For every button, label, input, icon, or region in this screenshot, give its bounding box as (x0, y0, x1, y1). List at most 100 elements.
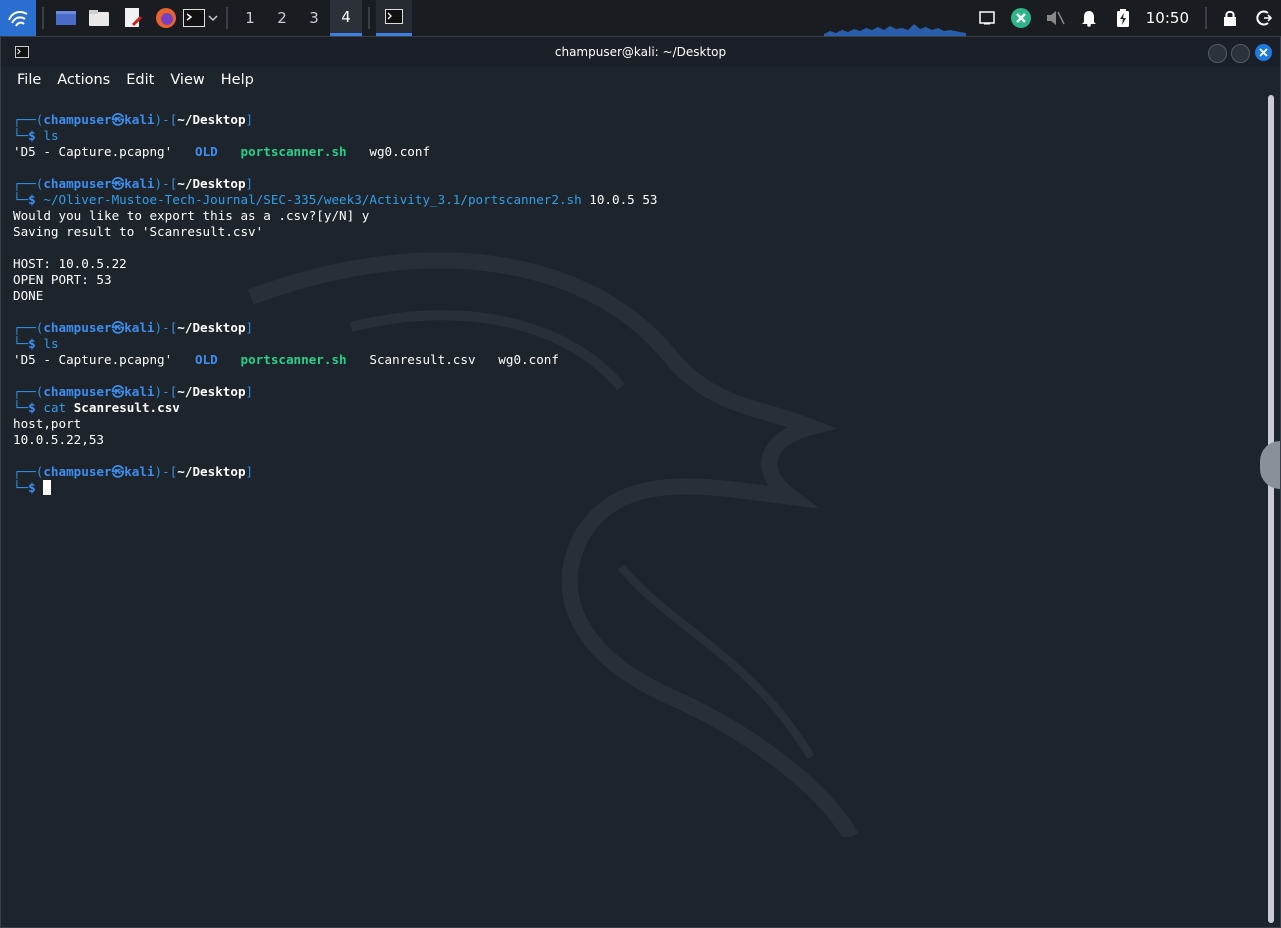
prompt-decoration: ┌──( (13, 112, 44, 127)
prompt-header: ┌──(champuser㉿kali)-[~/Desktop] (13, 384, 1253, 400)
logout-icon[interactable] (1247, 0, 1281, 36)
output-text: Saving result to 'Scanresult.csv' (13, 224, 264, 239)
ls-file-entry: Scanresult.csv (369, 352, 476, 367)
output-line: 10.0.5.22,53 (13, 432, 1253, 448)
window-title: champuser@kali: ~/Desktop (554, 45, 727, 59)
file-manager-icon[interactable] (82, 0, 116, 36)
prompt-cwd: ~/Desktop (177, 384, 246, 399)
output-text: 10.0.5.22,53 (13, 432, 104, 447)
menu-bar: File Actions Edit View Help (1, 67, 1280, 93)
panel-separator (368, 7, 370, 29)
prompt-separator: ㉿ (111, 176, 125, 191)
prompt-decoration: ┌──( (13, 176, 44, 191)
battery-charging-icon[interactable] (1106, 0, 1140, 36)
output-line: DONE (13, 288, 1253, 304)
ls-output-line: 'D5 - Capture.pcapng' OLD portscanner.sh… (13, 144, 1253, 160)
chevron-down-icon[interactable] (206, 0, 220, 36)
prompt-symbol: $ (28, 336, 36, 351)
prompt-host: kali (124, 464, 155, 479)
close-button[interactable] (1255, 44, 1272, 61)
output-line: Saving result to 'Scanresult.csv' (13, 224, 1253, 240)
ls-file-entry: wg0.conf (369, 144, 431, 159)
ls-file-entry: OLD (194, 352, 218, 367)
prompt-symbol: $ (28, 400, 36, 415)
vpn-status-icon[interactable] (1004, 0, 1038, 36)
scrollbar-thumb[interactable] (1268, 95, 1274, 923)
ls-gap (347, 144, 370, 159)
output-text: host,port (13, 416, 82, 431)
prompt-decoration: └─ (13, 480, 29, 495)
command-arg: Scanresult.csv (73, 400, 180, 415)
menu-edit[interactable]: Edit (118, 72, 162, 88)
ls-file-entry: 'D5 - Capture.pcapng' (13, 352, 173, 367)
workspace-3[interactable]: 3 (298, 0, 330, 36)
prompt-symbol: $ (28, 192, 36, 207)
scrollbar[interactable] (1268, 95, 1274, 923)
output-line: OPEN PORT: 53 (13, 272, 1253, 288)
ls-gap (347, 352, 370, 367)
prompt-decoration: └─ (13, 400, 29, 415)
prompt-cwd: ~/Desktop (177, 112, 246, 127)
workspace-2[interactable]: 2 (266, 0, 298, 36)
prompt-decoration: )-[ (154, 112, 178, 127)
output-text: DONE (13, 288, 44, 303)
maximize-button[interactable] (1231, 44, 1250, 63)
text-editor-icon[interactable] (116, 0, 150, 36)
ls-gap (172, 144, 195, 159)
top-panel: 1 2 3 4 10:50 (0, 0, 1281, 36)
command-text: cat (43, 400, 67, 415)
workspace-4[interactable]: 4 (330, 0, 362, 36)
lock-icon[interactable] (1213, 0, 1247, 36)
prompt-decoration: ┌──( (13, 384, 44, 399)
prompt-separator: ㉿ (111, 320, 125, 335)
menu-file[interactable]: File (9, 72, 49, 88)
prompt-separator: ㉿ (111, 112, 125, 127)
clock[interactable]: 10:50 (1140, 9, 1199, 27)
menu-actions[interactable]: Actions (49, 72, 118, 88)
notification-bell-icon[interactable] (1072, 0, 1106, 36)
terminal-window: champuser@kali: ~/Desktop File Actions E… (0, 36, 1281, 928)
menu-help[interactable]: Help (213, 72, 262, 88)
prompt-decoration: ] (245, 464, 254, 479)
prompt-symbol: $ (28, 480, 36, 495)
firefox-icon[interactable] (150, 0, 182, 36)
volume-muted-icon[interactable] (1038, 0, 1072, 36)
workspace-1[interactable]: 1 (234, 0, 266, 36)
terminal-launcher-icon[interactable] (182, 0, 206, 36)
prompt-user: champuser (43, 176, 112, 191)
command-text: ~/Oliver-Mustoe-Tech-Journal/SEC-335/wee… (43, 192, 582, 207)
prompt-decoration: ] (245, 320, 254, 335)
prompt-decoration: ┌──( (13, 464, 44, 479)
prompt-command-line: └─$ cat Scanresult.csv (13, 400, 1253, 416)
prompt-decoration: ] (245, 112, 254, 127)
show-desktop-icon[interactable] (50, 0, 82, 36)
panel-separator (226, 7, 228, 29)
side-panel-handle[interactable] (1260, 441, 1280, 489)
window-titlebar[interactable]: champuser@kali: ~/Desktop (1, 37, 1280, 67)
prompt-symbol: $ (28, 128, 36, 143)
taskbar-terminal-window[interactable] (376, 0, 412, 36)
prompt-decoration: └─ (13, 336, 29, 351)
prompt-decoration: )-[ (154, 464, 178, 479)
prompt-user: champuser (43, 320, 112, 335)
prompt-decoration: ] (245, 384, 254, 399)
prompt-command-line: └─$ ~/Oliver-Mustoe-Tech-Journal/SEC-335… (13, 192, 1253, 208)
ls-output-line: 'D5 - Capture.pcapng' OLD portscanner.sh… (13, 352, 1253, 368)
kali-menu-icon[interactable] (0, 0, 36, 36)
menu-view[interactable]: View (162, 72, 212, 88)
output-line: Would you like to export this as a .csv?… (13, 208, 1253, 224)
ls-gap (476, 352, 499, 367)
prompt-host: kali (124, 176, 155, 191)
terminal-output[interactable]: ┌──(champuser㉿kali)-[~/Desktop] └─$ ls 'D5… (13, 112, 1253, 496)
minimize-button[interactable] (1208, 44, 1227, 63)
prompt-decoration: )-[ (154, 384, 178, 399)
prompt-user: champuser (43, 464, 112, 479)
screenshot-icon[interactable] (970, 0, 1004, 36)
prompt-header: ┌──(champuser㉿kali)-[~/Desktop] (13, 464, 1253, 480)
ls-gap (218, 144, 241, 159)
command-text: ls (43, 336, 59, 351)
prompt-header: ┌──(champuser㉿kali)-[~/Desktop] (13, 176, 1253, 192)
output-line: host,port (13, 416, 1253, 432)
